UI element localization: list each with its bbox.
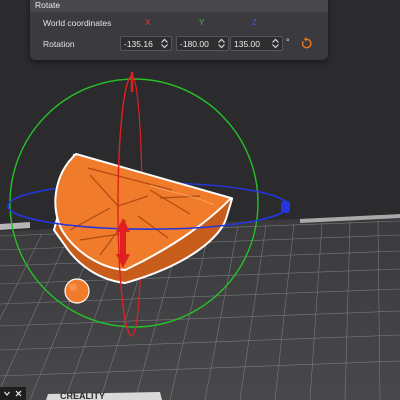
rotation-x-value: -135.16 bbox=[124, 39, 153, 49]
chevron-down-icon[interactable] bbox=[4, 391, 10, 396]
rotation-row: Rotation -135.16 -180.00 135.00 ° bbox=[30, 36, 328, 52]
stepper-icon[interactable] bbox=[271, 38, 280, 49]
rotation-y-value: -180.00 bbox=[180, 39, 209, 49]
bed-logo-text: CREALITY bbox=[60, 391, 105, 400]
axis-label-x: X bbox=[145, 18, 151, 27]
rotation-z-input[interactable]: 135.00 bbox=[230, 36, 283, 51]
world-coordinates-row: World coordinates X Y Z bbox=[30, 15, 328, 31]
stepper-icon[interactable] bbox=[217, 38, 226, 49]
rotate-z-handle[interactable] bbox=[281, 201, 290, 213]
rotation-z-value: 135.00 bbox=[234, 39, 260, 49]
bottom-tab[interactable] bbox=[0, 387, 26, 400]
degree-unit: ° bbox=[286, 37, 290, 47]
close-icon[interactable] bbox=[15, 390, 22, 397]
stepper-icon[interactable] bbox=[160, 38, 169, 49]
rotation-y-input[interactable]: -180.00 bbox=[176, 36, 229, 51]
undo-icon[interactable] bbox=[300, 37, 313, 50]
rotate-panel: Rotate World coordinates X Y Z Rotation … bbox=[30, 0, 328, 60]
bed-logo: CREALITY bbox=[46, 391, 162, 400]
axis-label-y: Y bbox=[199, 18, 205, 27]
rotation-label: Rotation bbox=[43, 39, 75, 49]
world-coordinates-label: World coordinates bbox=[43, 18, 112, 28]
rotation-x-input[interactable]: -135.16 bbox=[120, 36, 172, 51]
axis-label-z: Z bbox=[252, 18, 257, 27]
panel-title: Rotate bbox=[30, 0, 328, 12]
3d-viewport[interactable]: CREALITY bbox=[0, 0, 400, 400]
